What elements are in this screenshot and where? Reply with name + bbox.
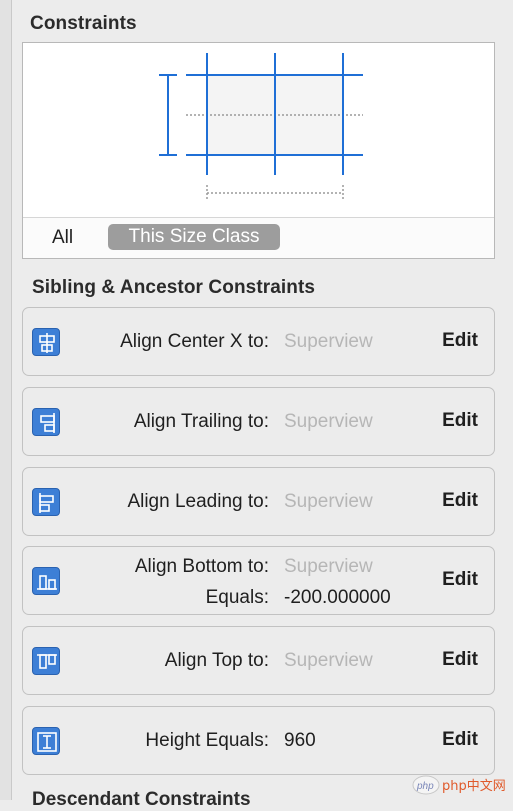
edit-button[interactable]: Edit (442, 490, 478, 512)
row-label-equals: Equals: (205, 587, 269, 608)
constraints-title: Constraints (30, 13, 137, 34)
constraint-row-align-bottom: Align Bottom to: Superview Equals: -200.… (22, 546, 495, 615)
edit-button[interactable]: Edit (442, 330, 478, 352)
constraint-row-height: Height Equals: 960 Edit (22, 706, 495, 775)
align-bottom-icon (32, 567, 60, 595)
row-value[interactable]: Superview (284, 411, 373, 433)
size-class-selector: All This Size Class (23, 217, 494, 258)
constraint-row-align-leading: Align Leading to: Superview Edit (22, 467, 495, 536)
sibling-ancestor-title: Sibling & Ancestor Constraints (32, 277, 316, 298)
edit-button[interactable]: Edit (442, 569, 478, 591)
constraint-row-align-top: Align Top to: Superview Edit (22, 626, 495, 695)
align-center-x-icon (32, 328, 60, 356)
row-value[interactable]: Superview (284, 556, 373, 578)
align-leading-icon (32, 488, 60, 516)
edit-button[interactable]: Edit (442, 649, 478, 671)
descendant-constraints-title: Descendant Constraints (32, 789, 251, 810)
svg-text:php: php (416, 781, 434, 792)
row-value-constant[interactable]: -200.000000 (284, 587, 391, 609)
all-segment[interactable]: All (52, 227, 73, 249)
constraint-row-align-center-x: Align Center X to: Superview Edit (22, 307, 495, 376)
constraint-row-align-trailing: Align Trailing to: Superview Edit (22, 387, 495, 456)
row-value[interactable]: 960 (284, 730, 316, 752)
php-watermark-logo: php php中文网 (412, 775, 506, 795)
row-label: Align Center X to: (120, 331, 269, 352)
row-value[interactable]: Superview (284, 331, 373, 353)
constraints-panel: All This Size Class (22, 42, 495, 259)
row-label: Align Bottom to: (134, 556, 269, 577)
left-divider (0, 0, 12, 800)
row-label: Align Trailing to: (133, 411, 269, 432)
align-trailing-icon (32, 408, 60, 436)
row-label: Align Top to: (164, 650, 269, 671)
height-icon (32, 727, 60, 755)
row-value[interactable]: Superview (284, 650, 373, 672)
row-label: Height Equals: (145, 730, 269, 751)
row-label: Align Leading to: (127, 491, 269, 512)
align-top-icon (32, 647, 60, 675)
edit-button[interactable]: Edit (442, 410, 478, 432)
constraint-diagram (159, 53, 363, 201)
watermark-text: php中文网 (442, 779, 506, 794)
edit-button[interactable]: Edit (442, 729, 478, 751)
this-size-class-segment[interactable]: This Size Class (108, 224, 280, 250)
row-value[interactable]: Superview (284, 491, 373, 513)
